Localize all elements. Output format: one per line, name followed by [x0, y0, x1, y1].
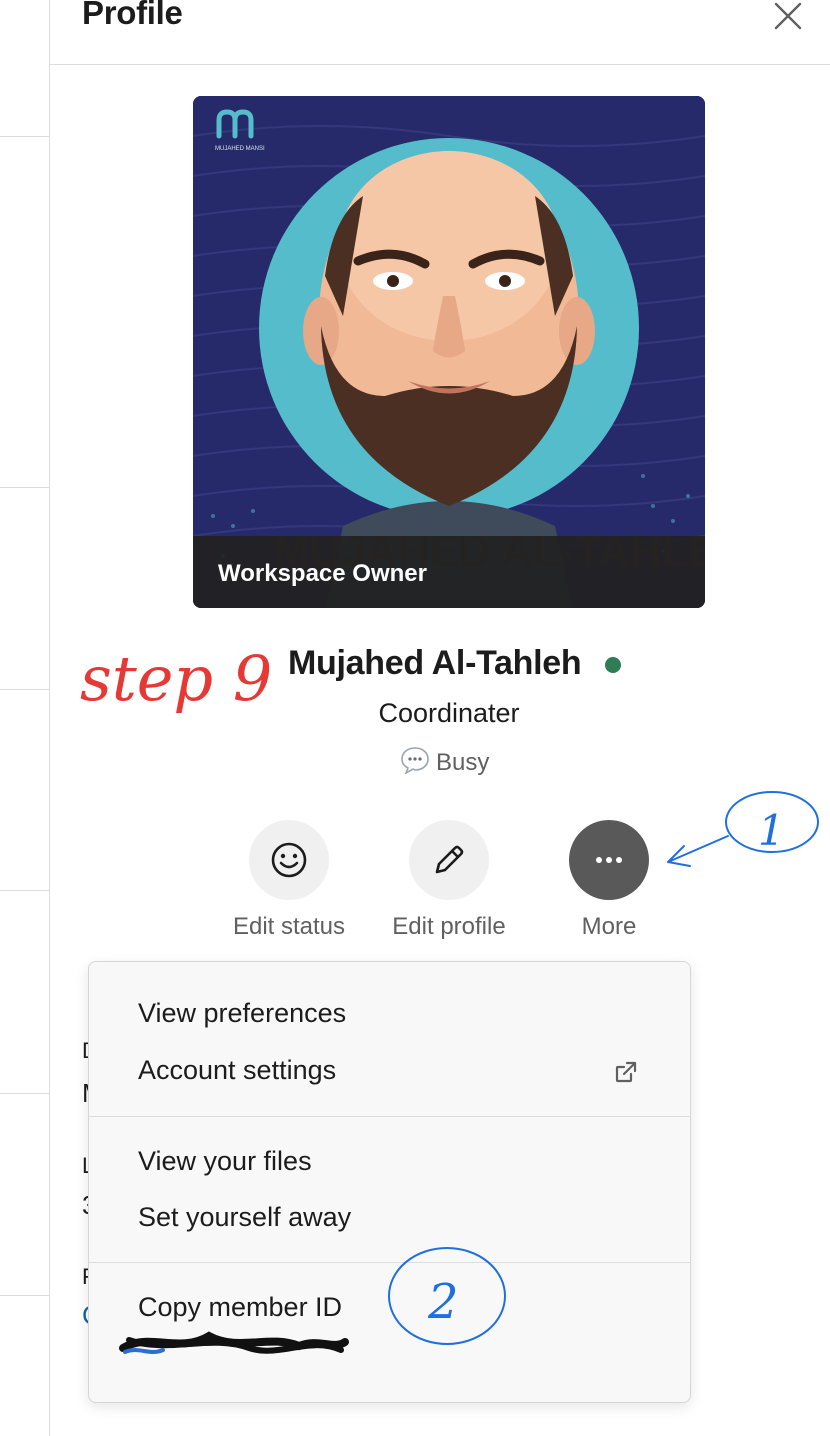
menu-divider: [89, 1116, 690, 1117]
divider: [0, 487, 49, 488]
menu-item-account-settings[interactable]: Account settings: [138, 1055, 336, 1086]
pencil-icon: [435, 845, 464, 874]
redaction-scribble: [119, 1331, 349, 1354]
profile-title: Coordinater: [378, 698, 520, 728]
smiley-icon: [271, 842, 307, 878]
external-link-icon: [615, 1061, 637, 1083]
marker-circle: [725, 791, 819, 853]
menu-item-view-your-files[interactable]: View your files: [138, 1146, 312, 1177]
logo-text: MUJAHED MANSI: [215, 146, 265, 152]
more-menu: View preferences Account settings View y…: [88, 961, 691, 1403]
edit-status-button[interactable]: [249, 820, 329, 900]
menu-item-view-preferences[interactable]: View preferences: [138, 998, 346, 1029]
menu-item-copy-member-id[interactable]: Copy member ID: [138, 1292, 342, 1323]
more-label: More: [581, 913, 637, 940]
role-badge-label: Workspace Owner: [218, 560, 427, 587]
close-icon: [774, 2, 802, 30]
presence-indicator: [605, 657, 621, 673]
divider: [0, 1093, 49, 1094]
close-button[interactable]: [772, 0, 804, 32]
speech-bubble-icon: [400, 746, 430, 781]
edit-profile-button[interactable]: [409, 820, 489, 900]
edit-status-label: Edit status: [232, 913, 346, 940]
marker-1: 1: [758, 806, 785, 855]
menu-divider: [89, 1262, 690, 1263]
divider: [0, 136, 49, 137]
divider: [0, 689, 49, 690]
profile-header: Profile: [50, 0, 830, 65]
edit-profile-label: Edit profile: [392, 913, 506, 940]
page-title: Profile: [82, 0, 183, 31]
role-badge: Workspace Owner: [193, 536, 705, 608]
divider: [0, 1295, 49, 1296]
arrow-annotation: [667, 835, 729, 867]
avatar: MUJAHED MANSI MUJAHED AL-TAHLE: [193, 96, 705, 608]
profile-status[interactable]: Busy: [400, 746, 489, 781]
profile-name: Mujahed Al-Tahleh: [288, 644, 582, 682]
menu-item-set-yourself-away[interactable]: Set yourself away: [138, 1202, 351, 1233]
profile-photo[interactable]: MUJAHED MANSI MUJAHED AL-TAHLE Workspace…: [193, 96, 705, 608]
more-button[interactable]: [569, 820, 649, 900]
status-text: Busy: [436, 749, 490, 776]
ellipsis-icon: [596, 857, 622, 863]
divider: [0, 890, 49, 891]
